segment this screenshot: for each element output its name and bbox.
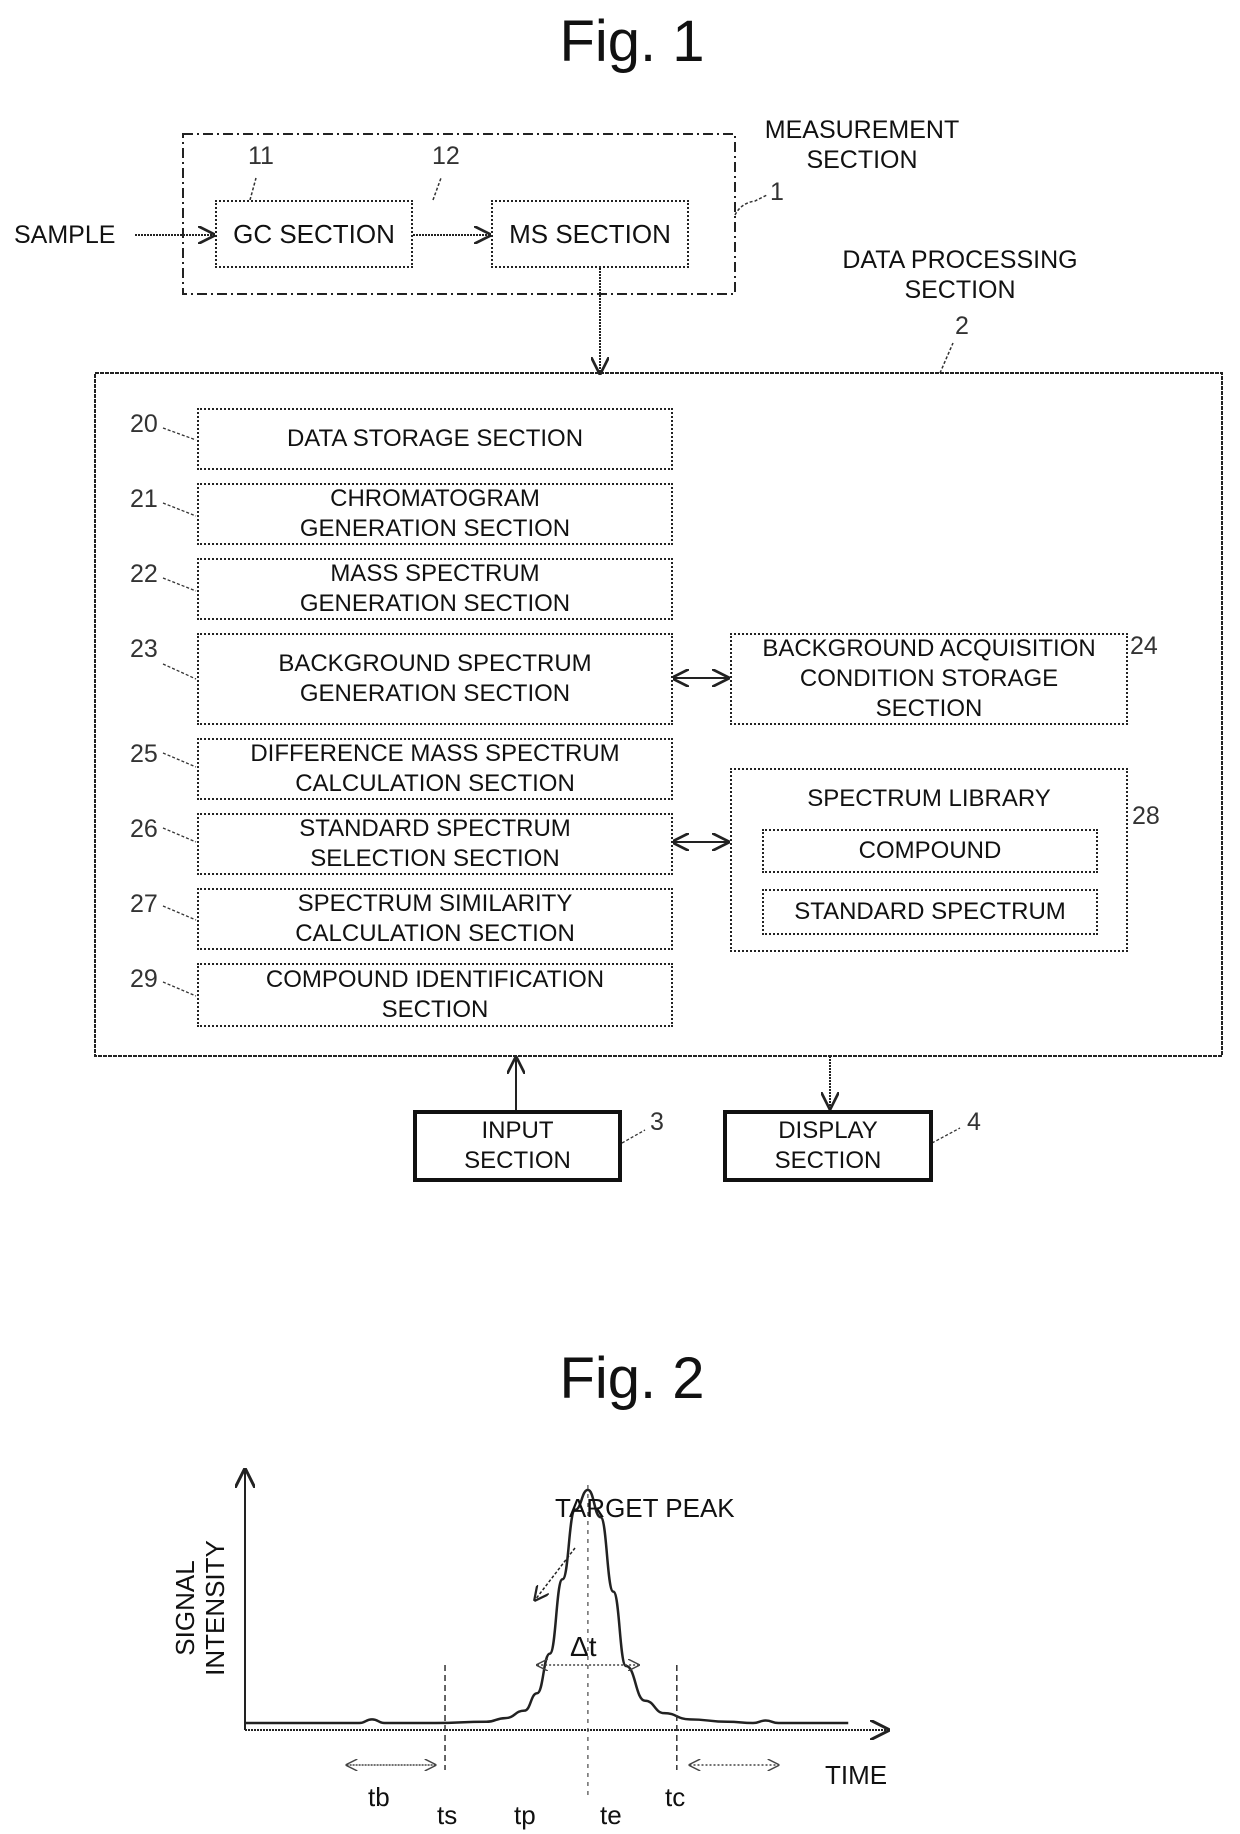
tp-label: tp bbox=[514, 1800, 536, 1830]
signal-curve bbox=[245, 1488, 849, 1725]
delta-t-label: Δt bbox=[570, 1631, 597, 1662]
y-axis-label: SIGNAL INTENSITY bbox=[170, 1540, 230, 1676]
te-label: te bbox=[600, 1800, 622, 1830]
x-axis-label: TIME bbox=[825, 1760, 888, 1790]
tb-label: tb bbox=[368, 1782, 390, 1812]
target-peak-label: TARGET PEAK bbox=[555, 1493, 735, 1523]
tc-label: tc bbox=[665, 1782, 686, 1812]
ts-label: ts bbox=[437, 1800, 458, 1830]
